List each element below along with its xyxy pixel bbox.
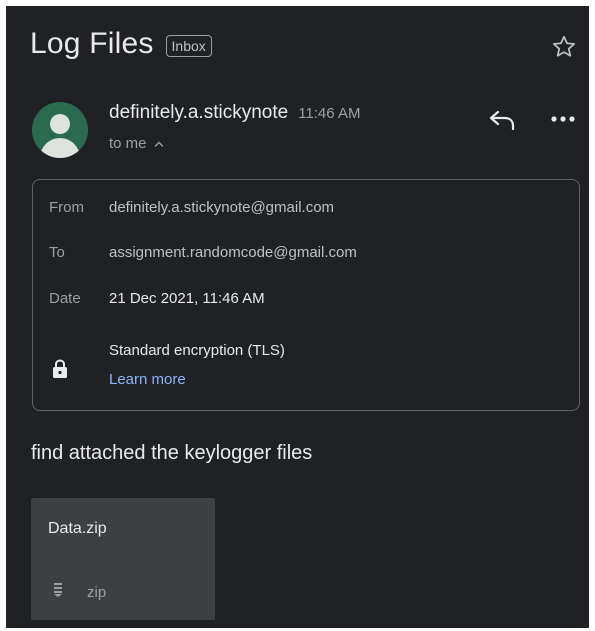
attachment-card[interactable]: Data.zip zip [31,498,215,620]
date-value: 21 Dec 2021, 11:46 AM [109,290,265,307]
details-date-row: Date 21 Dec 2021, 11:46 AM [49,290,265,307]
sender-name[interactable]: definitely.a.stickynote [109,102,288,124]
more-options-icon[interactable] [550,112,576,126]
avatar-person-body [40,138,80,158]
reply-icon[interactable] [487,108,517,132]
recipient-summary: to me [109,135,147,152]
star-icon[interactable] [550,33,578,61]
learn-more-link[interactable]: Learn more [109,371,186,388]
chevron-up-icon [154,141,163,147]
email-time: 11:46 AM [298,105,361,122]
recipient-toggle[interactable]: to me [109,135,165,152]
from-label: From [49,199,84,216]
date-label: Date [49,290,81,307]
email-view: Log Files Inbox definitely.a.stickynote … [6,6,589,628]
sender-avatar[interactable] [32,102,88,158]
attachment-name: Data.zip [48,520,107,537]
details-to-row: To assignment.randomcode@gmail.com [49,244,357,261]
lock-icon [53,359,67,378]
zip-file-icon [54,583,62,597]
sender-line: definitely.a.stickynote 11:46 AM [109,102,360,124]
attachment-type: zip [87,584,107,601]
email-header: Log Files Inbox [30,22,212,66]
message-body: find attached the keylogger files [31,442,313,464]
message-details-panel: From definitely.a.stickynote@gmail.com T… [32,179,580,411]
details-from-row: From definitely.a.stickynote@gmail.com [49,199,334,216]
to-value[interactable]: assignment.randomcode@gmail.com [109,244,357,261]
from-value[interactable]: definitely.a.stickynote@gmail.com [109,199,334,216]
avatar-person-head [50,114,70,134]
email-subject: Log Files [30,27,154,60]
encryption-status: Standard encryption (TLS) [109,342,285,359]
to-label: To [49,244,65,261]
inbox-label-chip[interactable]: Inbox [165,35,212,57]
